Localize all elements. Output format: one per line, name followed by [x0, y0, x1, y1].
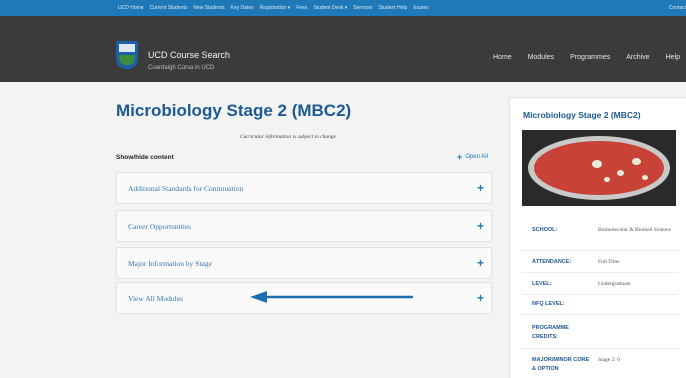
plus-icon: +	[457, 152, 463, 162]
top-nav-item[interactable]: New Students	[193, 5, 224, 11]
nav-help[interactable]: Help	[666, 54, 680, 61]
page-title: Microbiology Stage 2 (MBC2)	[116, 101, 352, 120]
open-all-label: Open All	[465, 154, 488, 160]
info-key: MAJOR/MINOR CORE & OPTION	[532, 357, 590, 372]
info-key: SCHOOL:	[532, 227, 558, 233]
petri-dish-image	[522, 130, 676, 206]
accordion-additional-standards[interactable]: Additional Standards for Continuation +	[116, 172, 492, 204]
open-all-button[interactable]: + Open All	[457, 152, 488, 162]
plus-icon[interactable]: +	[477, 182, 484, 194]
top-nav-item[interactable]: Current Students	[150, 5, 188, 11]
accordion-major-information[interactable]: Major Information by Stage +	[116, 247, 492, 279]
top-nav-item[interactable]: Student Desk ▾	[313, 5, 347, 11]
nav-home[interactable]: Home	[493, 54, 512, 61]
info-value: Full Time	[598, 259, 620, 265]
divider	[522, 314, 678, 315]
plus-icon[interactable]: +	[477, 220, 484, 232]
top-nav-item[interactable]: Student Help	[378, 5, 407, 11]
nav-programmes[interactable]: Programmes	[570, 54, 610, 61]
main-nav: Home Modules Programmes Archive Help	[493, 54, 680, 61]
divider	[522, 294, 678, 295]
divider	[522, 348, 678, 349]
ucd-logo-icon[interactable]	[116, 41, 138, 69]
nav-archive[interactable]: Archive	[626, 54, 649, 61]
top-nav-item[interactable]: Fees	[296, 5, 307, 11]
arrow-icon	[250, 291, 413, 303]
top-nav-item[interactable]: Registration ▾	[260, 5, 291, 11]
accordion-label: Career Opportunities	[128, 222, 192, 231]
divider	[522, 272, 678, 273]
contact-link[interactable]: Contact	[669, 0, 686, 16]
info-key: PROGRAMME CREDITS:	[532, 325, 569, 340]
site-header	[0, 16, 686, 82]
show-hide-label: Show/hide content	[116, 154, 174, 161]
top-nav-item[interactable]: Key Dates	[231, 5, 254, 11]
divider	[522, 250, 678, 251]
top-nav-item[interactable]: Services	[353, 5, 372, 11]
top-nav: UCD Home Current Students New Students K…	[118, 0, 429, 16]
site-title[interactable]: UCD Course Search	[148, 50, 230, 60]
info-value: Stage 2: 0	[598, 357, 620, 363]
accordion-label: Additional Standards for Continuation	[128, 184, 244, 193]
info-key: LEVEL:	[532, 281, 552, 287]
plus-icon[interactable]: +	[477, 292, 484, 304]
top-nav-item[interactable]: Exams	[413, 5, 428, 11]
nav-modules[interactable]: Modules	[528, 54, 554, 61]
info-value: Biomolecular & Biomed Science	[598, 227, 671, 233]
info-key: ATTENDANCE:	[532, 259, 572, 265]
curricular-notice: Curricular information is subject to cha…	[240, 134, 337, 140]
accordion-career-opportunities[interactable]: Career Opportunities +	[116, 210, 492, 242]
accordion-label: Major Information by Stage	[128, 259, 212, 268]
info-value: Undergraduate	[598, 281, 631, 287]
accordion-label: View All Modules	[128, 294, 183, 303]
plus-icon[interactable]: +	[477, 257, 484, 269]
top-nav-item[interactable]: UCD Home	[118, 5, 144, 11]
card-title: Microbiology Stage 2 (MBC2)	[523, 110, 641, 120]
site-subtitle: Cuardaigh Cúrsa in UCD	[148, 65, 215, 71]
info-key: NFQ LEVEL:	[532, 301, 565, 307]
